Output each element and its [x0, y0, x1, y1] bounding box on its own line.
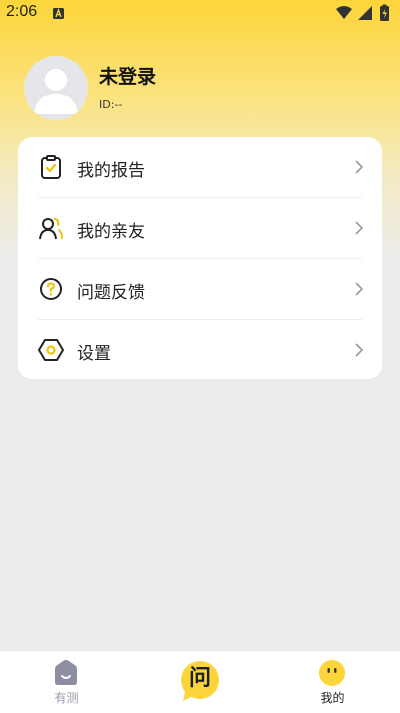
status-indicators	[336, 4, 389, 21]
hexagon-gear-icon	[38, 339, 64, 361]
menu-item-label: 我的报告	[77, 161, 145, 181]
wifi-icon	[336, 6, 352, 19]
user-id: ID:--	[99, 98, 123, 111]
menu-item-my-relatives[interactable]: 我的亲友	[18, 198, 382, 258]
menu-item-label: 设置	[77, 344, 111, 364]
home-smile-icon	[55, 659, 77, 685]
face-icon	[319, 660, 345, 686]
chevron-right-icon	[355, 282, 364, 296]
question-circle-icon	[40, 278, 62, 300]
signal-icon	[358, 6, 372, 20]
ask-tab-glyph: 问	[188, 666, 211, 691]
tab-home[interactable]: 有测	[0, 651, 133, 713]
chevron-right-icon	[355, 221, 364, 235]
tab-me[interactable]: 我的	[266, 651, 399, 713]
status-time: 2:06	[6, 3, 38, 20]
avatar[interactable]	[24, 56, 88, 120]
menu-item-my-reports[interactable]: 我的报告	[18, 137, 382, 197]
clipboard-check-icon	[41, 155, 61, 179]
status-bar: 2:06	[0, 0, 400, 28]
notification-a-icon	[53, 8, 64, 19]
chevron-right-icon	[355, 343, 364, 357]
username: 未登录	[99, 66, 157, 88]
chevron-right-icon	[355, 160, 364, 174]
tab-label: 有测	[54, 691, 79, 705]
menu-item-feedback[interactable]: 问题反馈	[18, 259, 382, 319]
profile-header[interactable]: 未登录 ID:--	[24, 56, 384, 120]
default-avatar-icon	[34, 69, 78, 114]
bottom-tab-bar: 有测 问 我的	[0, 650, 400, 713]
menu-item-settings[interactable]: 设置	[18, 320, 382, 379]
tab-ask[interactable]: 问	[133, 651, 266, 713]
menu-item-label: 问题反馈	[77, 283, 145, 303]
menu-card: 我的报告 我的亲友 问题反馈 设置	[18, 137, 382, 379]
tab-label: 我的	[320, 691, 345, 705]
menu-item-label: 我的亲友	[77, 222, 145, 242]
users-icon	[39, 218, 63, 240]
